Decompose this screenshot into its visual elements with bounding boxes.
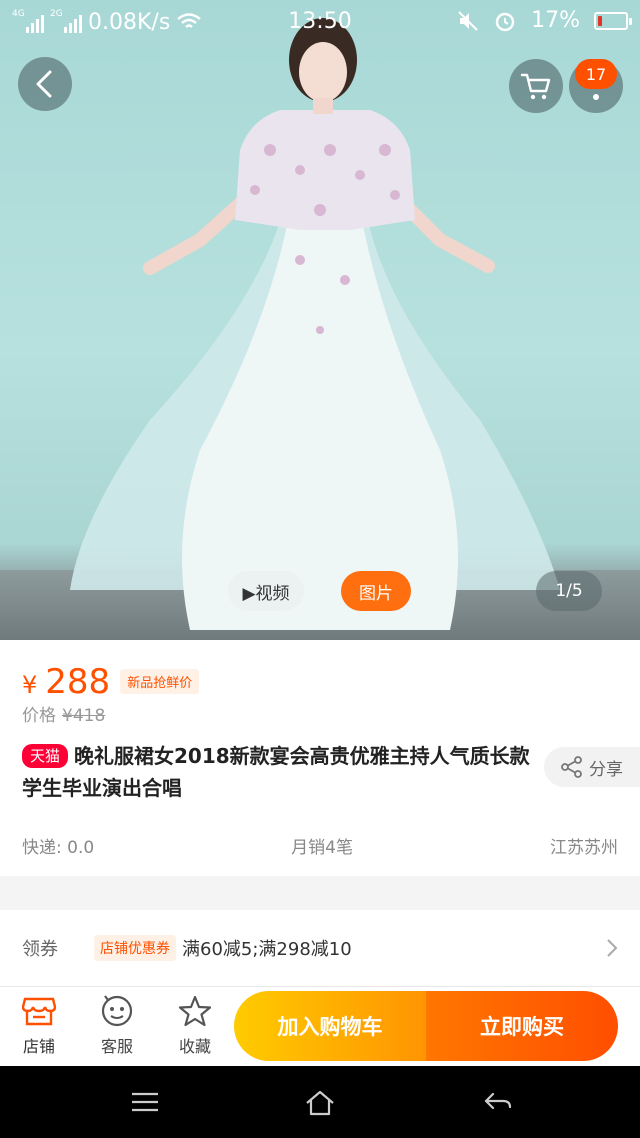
product-info-card: ¥ 288 新品抢鲜价 价格 ¥418 天猫 晚礼服裙女2018新款宴会高贵优雅主持… [0, 640, 640, 876]
signal-icon-1: 4G [12, 9, 44, 33]
tmall-badge: 天猫 [22, 744, 69, 768]
coupon-label: 领券 [22, 939, 58, 960]
store-label: 店铺 [22, 1037, 55, 1056]
cart-button[interactable] [509, 59, 563, 113]
monthly-sales: 月销4笔 [291, 838, 353, 858]
shipping-fee: 快递: 0.0 [22, 838, 95, 858]
service-label: 客服 [100, 1037, 133, 1056]
wifi-icon [177, 13, 202, 28]
network-speed: 0.08K/s [88, 9, 171, 35]
system-nav-bar [0, 1066, 640, 1138]
battery-percent: 17% [531, 8, 580, 33]
star-icon [178, 995, 212, 1027]
action-bar: 店铺 客服 收藏 加入购物车 立即购买 [0, 986, 640, 1066]
network-type-2: 2G [50, 9, 63, 19]
original-price-label: 价格 [22, 706, 56, 726]
store-coupon-tag: 店铺优惠券 [94, 935, 176, 961]
product-title: 天猫 晚礼服裙女2018新款宴会高贵优雅主持人气质长款学生毕业演出合唱 [22, 740, 532, 804]
price-row: ¥ 288 新品抢鲜价 [22, 662, 200, 702]
original-price: ¥418 [62, 706, 106, 726]
image-index: 1/5 [536, 571, 602, 611]
customer-service-button[interactable]: 客服 [87, 995, 147, 1057]
cart-icon [520, 73, 551, 100]
back-nav-icon[interactable] [483, 1090, 513, 1114]
meta-row: 快递: 0.0 月销4笔 江苏苏州 [22, 833, 618, 858]
store-button[interactable]: 店铺 [9, 995, 69, 1057]
signal-icon-2: 2G [50, 9, 82, 33]
photo-tab[interactable]: 图片 [341, 571, 411, 611]
add-to-cart-button[interactable]: 加入购物车 [234, 991, 426, 1061]
chevron-right-icon [607, 939, 618, 957]
current-price: 288 [45, 662, 111, 702]
currency-symbol: ¥ [22, 671, 38, 699]
price-tag: 新品抢鲜价 [120, 669, 200, 694]
chat-face-icon [101, 995, 133, 1027]
coupon-row[interactable]: 领券 店铺优惠券 满60减5;满298减10 [0, 910, 640, 986]
store-icon [22, 997, 56, 1026]
alarm-icon [495, 12, 515, 31]
mute-icon [458, 10, 478, 31]
back-button[interactable] [18, 57, 72, 111]
home-icon[interactable] [305, 1090, 335, 1116]
chevron-left-icon [36, 70, 52, 98]
original-price-row: 价格 ¥418 [22, 701, 105, 726]
buy-now-button[interactable]: 立即购买 [426, 991, 618, 1061]
share-button[interactable]: 分享 [544, 747, 640, 787]
video-tab[interactable]: ▶视频 [228, 571, 304, 611]
battery-icon [594, 11, 632, 30]
network-type-1: 4G [12, 9, 25, 19]
message-badge: 17 [575, 59, 617, 89]
product-image[interactable]: 17 ▶视频 图片 1/5 [0, 0, 640, 640]
favorite-button[interactable]: 收藏 [165, 995, 225, 1057]
share-label: 分享 [589, 759, 623, 780]
ship-from-location: 江苏苏州 [550, 838, 618, 858]
coupon-text: 满60减5;满298减10 [182, 939, 352, 960]
status-bar: 4G 2G 0.08K/s 13:50 17% [0, 0, 640, 44]
menu-icon[interactable] [130, 1090, 160, 1114]
favorite-label: 收藏 [178, 1037, 211, 1056]
more-dot-icon [593, 94, 599, 100]
share-icon [561, 756, 582, 778]
product-title-text: 晚礼服裙女2018新款宴会高贵优雅主持人气质长款学生毕业演出合唱 [22, 744, 530, 800]
